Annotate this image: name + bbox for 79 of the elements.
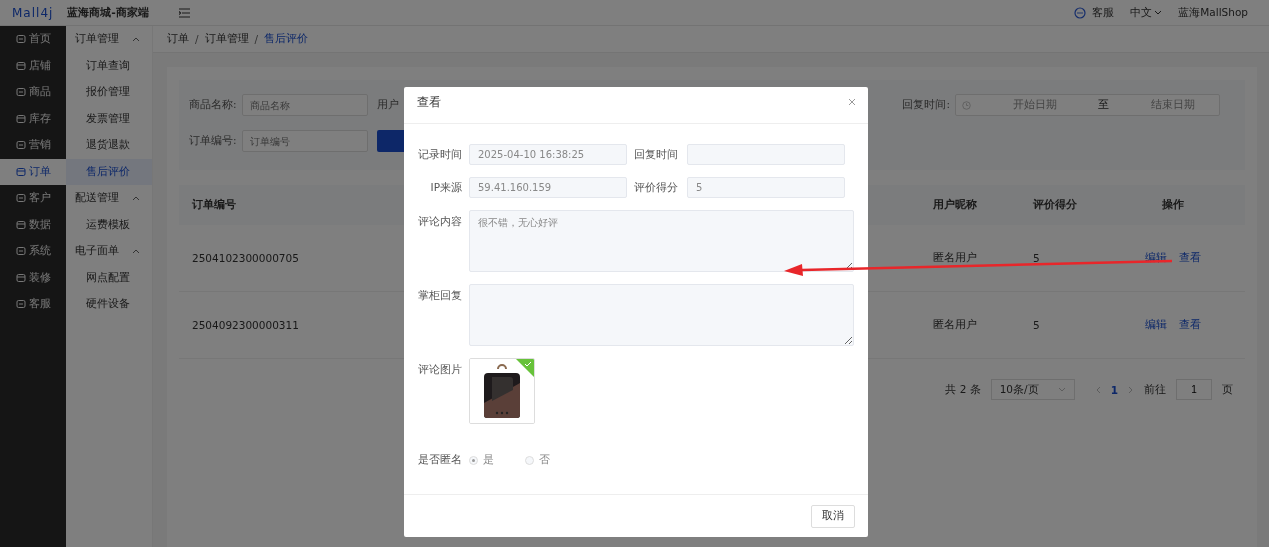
chevron-icon bbox=[132, 248, 140, 255]
page-number[interactable]: 1 bbox=[1110, 383, 1118, 396]
field-label: 商品名称: bbox=[189, 98, 237, 112]
menu-group[interactable]: 配送管理 bbox=[66, 185, 152, 212]
field-label: 用户 bbox=[376, 98, 399, 112]
nav-item[interactable]: 店铺 bbox=[0, 52, 66, 79]
action-link[interactable]: 查看 bbox=[1179, 318, 1201, 332]
field-label: 订单编号: bbox=[189, 134, 237, 148]
radio-option[interactable]: 是 bbox=[469, 453, 494, 467]
field-label: 是否匿名 bbox=[417, 453, 462, 467]
menu-icon[interactable] bbox=[178, 7, 190, 18]
chevron-icon bbox=[132, 195, 140, 202]
breadcrumb-item[interactable]: 售后评价 bbox=[264, 32, 309, 46]
nav-item[interactable]: 系统 bbox=[0, 238, 66, 265]
field-label: 评论内容 bbox=[417, 214, 462, 229]
field-label: 回复时间: bbox=[902, 98, 950, 112]
breadcrumb-item[interactable]: 订单管理 bbox=[204, 32, 249, 46]
submenu-item[interactable]: 网点配置 bbox=[66, 264, 152, 291]
service-link[interactable]: 客服 bbox=[1092, 5, 1115, 20]
column-header: 评价得分 bbox=[1033, 198, 1078, 212]
field-label: 回复时间 bbox=[634, 147, 679, 162]
field-label: 评论图片 bbox=[417, 362, 462, 377]
nav-item[interactable]: 首页 bbox=[0, 26, 66, 53]
prev-page-icon[interactable] bbox=[1094, 385, 1101, 394]
nav-item[interactable]: 装修 bbox=[0, 264, 66, 291]
table-cell-text: 匿名用户 bbox=[933, 318, 978, 332]
nav-item[interactable]: 数据 bbox=[0, 211, 66, 238]
nav-item[interactable]: 商品 bbox=[0, 79, 66, 106]
nav-item[interactable]: 客服 bbox=[0, 291, 66, 318]
field-label: 掌柜回复 bbox=[417, 288, 462, 303]
cancel-button[interactable]: 取消 bbox=[811, 504, 855, 528]
breadcrumb-item[interactable]: 订单 bbox=[167, 32, 189, 46]
breadcrumb-separator: / bbox=[195, 33, 199, 45]
app-title: 蓝海商城-商家端 bbox=[67, 5, 149, 20]
field-label: 评价得分 bbox=[634, 180, 679, 195]
column-header: 操作 bbox=[1161, 198, 1185, 212]
chevron-icon bbox=[132, 36, 140, 43]
table-cell-text: 5 bbox=[1033, 319, 1041, 331]
field-label: 记录时间 bbox=[417, 147, 462, 162]
user-menu[interactable]: 蓝海MallShop bbox=[1178, 5, 1248, 20]
field-label: IP来源 bbox=[429, 180, 462, 195]
menu-group[interactable]: 电子面单 bbox=[66, 238, 152, 265]
image-thumbnail[interactable] bbox=[469, 358, 535, 424]
total-count: 共 2 条 bbox=[945, 382, 981, 397]
table-cell-text: 2504102300000705 bbox=[192, 252, 300, 264]
column-header: 订单编号 bbox=[192, 198, 237, 212]
page-suffix: 页 bbox=[1222, 382, 1233, 397]
nav-item[interactable]: 营销 bbox=[0, 132, 66, 159]
page-input[interactable]: 1 bbox=[1176, 379, 1212, 400]
clock-icon bbox=[962, 100, 971, 110]
chevron-down-icon bbox=[1154, 9, 1163, 16]
table-cell-text: 5 bbox=[1033, 252, 1041, 264]
nav-item[interactable]: 客户 bbox=[0, 185, 66, 212]
action-link[interactable]: 编辑 bbox=[1145, 318, 1167, 332]
submenu-item[interactable]: 订单查询 bbox=[66, 52, 152, 79]
page-size-select[interactable]: 10条/页 bbox=[990, 379, 1075, 400]
submenu-item[interactable]: 报价管理 bbox=[66, 79, 152, 106]
language-dropdown[interactable]: 中文 bbox=[1130, 5, 1163, 20]
column-header: 用户昵称 bbox=[933, 198, 978, 212]
submenu-item[interactable]: 退货退款 bbox=[66, 132, 152, 159]
submenu-item[interactable]: 发票管理 bbox=[66, 105, 152, 132]
goto-label: 前往 bbox=[1144, 382, 1166, 397]
chevron-down-icon bbox=[1057, 386, 1066, 393]
nav-item[interactable]: 库存 bbox=[0, 105, 66, 132]
action-link[interactable]: 查看 bbox=[1179, 251, 1201, 265]
submenu-item[interactable]: 运费模板 bbox=[66, 211, 152, 238]
breadcrumb-separator: / bbox=[254, 33, 259, 45]
logo: Mall4j bbox=[12, 5, 54, 20]
dialog-title: 查看 bbox=[417, 93, 441, 111]
nav-item[interactable]: 订单 bbox=[0, 158, 66, 185]
submenu-item[interactable]: 硬件设备 bbox=[66, 291, 152, 318]
radio-option[interactable]: 否 bbox=[525, 453, 550, 467]
table-cell-text: 2504092300000311 bbox=[192, 319, 300, 331]
submenu-item[interactable]: 售后评价 bbox=[66, 158, 152, 185]
table-cell-text: 匿名用户 bbox=[933, 251, 978, 265]
menu-group[interactable]: 订单管理 bbox=[66, 26, 152, 53]
close-icon[interactable] bbox=[848, 98, 856, 106]
next-page-icon[interactable] bbox=[1128, 385, 1134, 394]
search-button[interactable] bbox=[376, 130, 407, 152]
